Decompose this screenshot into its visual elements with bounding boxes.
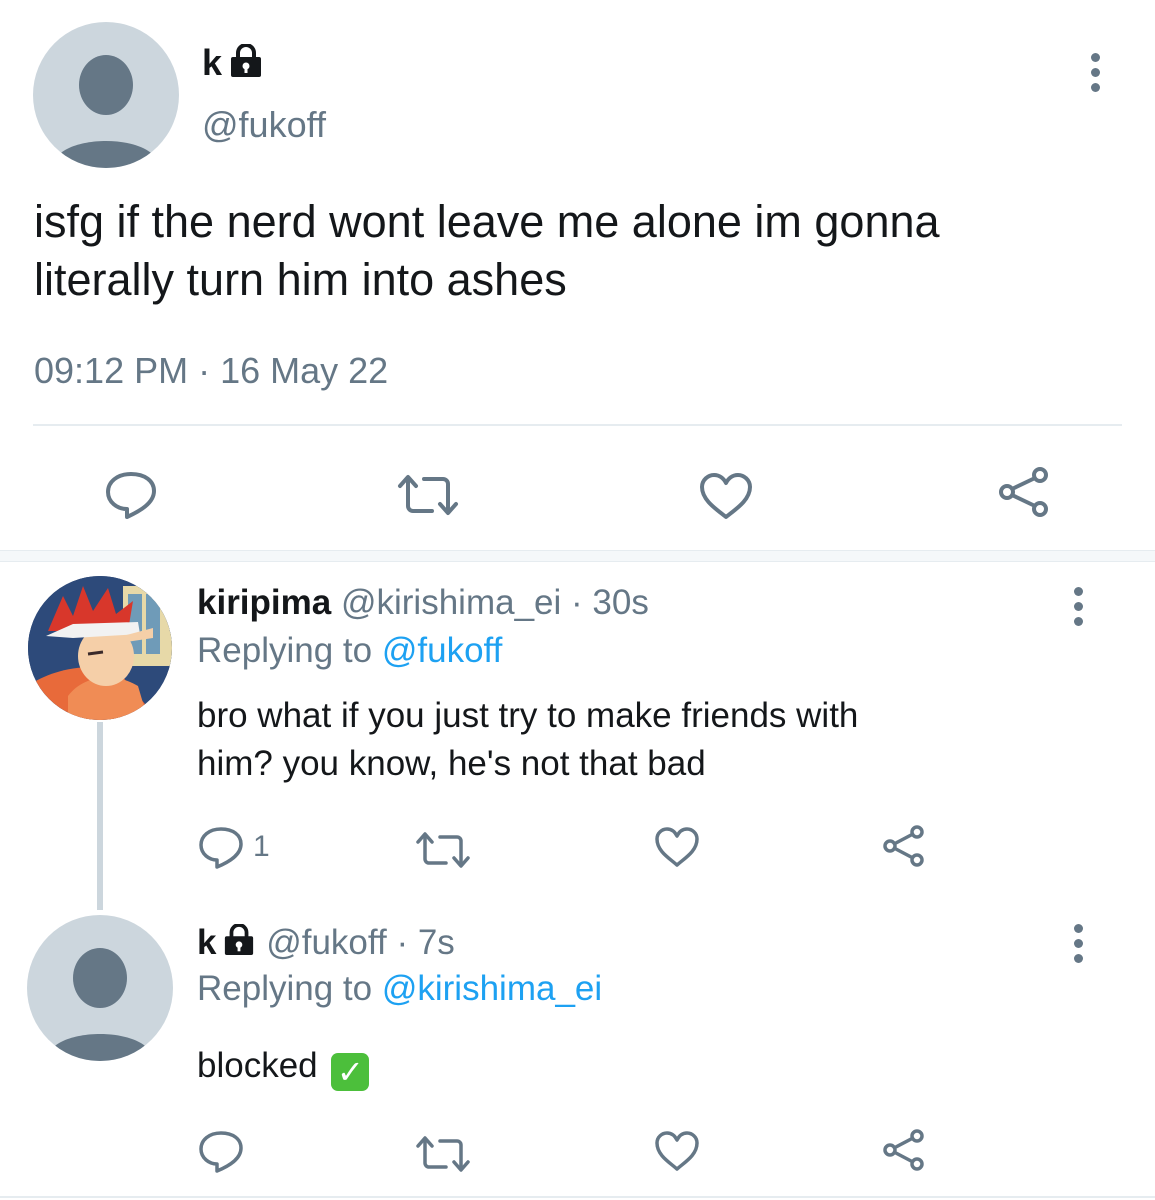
section-divider xyxy=(0,550,1155,562)
reply1-header: kiripima @kirishima_ei · 30s xyxy=(197,583,649,623)
reply1-share-icon[interactable] xyxy=(880,823,928,869)
default-profile-icon xyxy=(47,948,153,1061)
reply2-replying-prefix: Replying to xyxy=(197,969,373,1008)
main-display-name-row[interactable]: k xyxy=(202,42,264,87)
reply2-display-name[interactable]: k xyxy=(197,923,216,962)
reply1-handle[interactable]: @kirishima_ei xyxy=(341,583,561,622)
reply1-mention-link[interactable]: @fukoff xyxy=(382,631,503,670)
reply2-like-icon[interactable] xyxy=(654,1130,700,1172)
main-avatar[interactable] xyxy=(33,22,179,168)
main-retweet-icon[interactable] xyxy=(396,472,460,518)
reply1-time[interactable]: · 30s xyxy=(571,583,649,622)
reply2-time[interactable]: · 7s xyxy=(396,923,454,962)
main-divider xyxy=(33,424,1122,426)
main-tweet-text-line2: literally turn him into ashes xyxy=(34,254,567,305)
reply2-mention-link[interactable]: @kirishima_ei xyxy=(382,969,602,1008)
main-tweet-text-line1: isfg if the nerd wont leave me alone im … xyxy=(34,196,940,247)
reply2-text-content: blocked xyxy=(197,1046,318,1085)
reply2-more-options-icon[interactable] xyxy=(1074,924,1083,963)
reply2-avatar[interactable] xyxy=(27,915,173,1061)
reply1-more-options-icon[interactable] xyxy=(1074,587,1083,626)
reply1-retweet-icon[interactable] xyxy=(414,830,472,870)
main-more-options-icon[interactable] xyxy=(1091,53,1100,92)
reply2-retweet-icon[interactable] xyxy=(414,1134,472,1174)
main-share-icon[interactable] xyxy=(996,465,1052,519)
thread-line xyxy=(97,722,103,910)
reply1-text-line1: bro what if you just try to make friends… xyxy=(197,696,859,735)
default-profile-icon xyxy=(53,55,159,168)
reply1-like-icon[interactable] xyxy=(654,826,700,868)
main-tweet-text: isfg if the nerd wont leave me alone im … xyxy=(34,193,1124,309)
bottom-divider xyxy=(0,1196,1155,1198)
main-display-name[interactable]: k xyxy=(202,42,222,83)
main-handle[interactable]: @fukoff xyxy=(202,104,326,146)
reply2-reply-icon[interactable] xyxy=(198,1130,244,1174)
lock-icon xyxy=(222,923,256,965)
reply1-text: bro what if you just try to make friends… xyxy=(197,692,1097,788)
anime-character-avatar-icon xyxy=(28,576,172,720)
reply2-replying-to: Replying to @kirishima_ei xyxy=(197,969,602,1009)
reply2-handle[interactable]: @fukoff xyxy=(266,923,387,962)
reply2-text: blocked ✓ xyxy=(197,1042,370,1091)
reply1-avatar[interactable] xyxy=(28,576,172,720)
reply1-text-line2: him? you know, he's not that bad xyxy=(197,744,706,783)
reply1-display-name[interactable]: kiripima xyxy=(197,583,331,622)
reply1-replying-to: Replying to @fukoff xyxy=(197,631,502,671)
reply2-share-icon[interactable] xyxy=(880,1127,928,1173)
reply1-reply-icon[interactable] xyxy=(198,826,244,870)
reply1-replying-prefix: Replying to xyxy=(197,631,373,670)
reply2-header: k @fukoff · 7s xyxy=(197,923,455,965)
check-mark-emoji-icon: ✓ xyxy=(331,1053,370,1091)
reply1-reply-count: 1 xyxy=(253,830,270,863)
main-timestamp[interactable]: 09:12 PM · 16 May 22 xyxy=(34,350,388,392)
main-like-icon[interactable] xyxy=(698,472,754,520)
main-reply-icon[interactable] xyxy=(104,470,158,520)
lock-icon xyxy=(228,43,264,87)
